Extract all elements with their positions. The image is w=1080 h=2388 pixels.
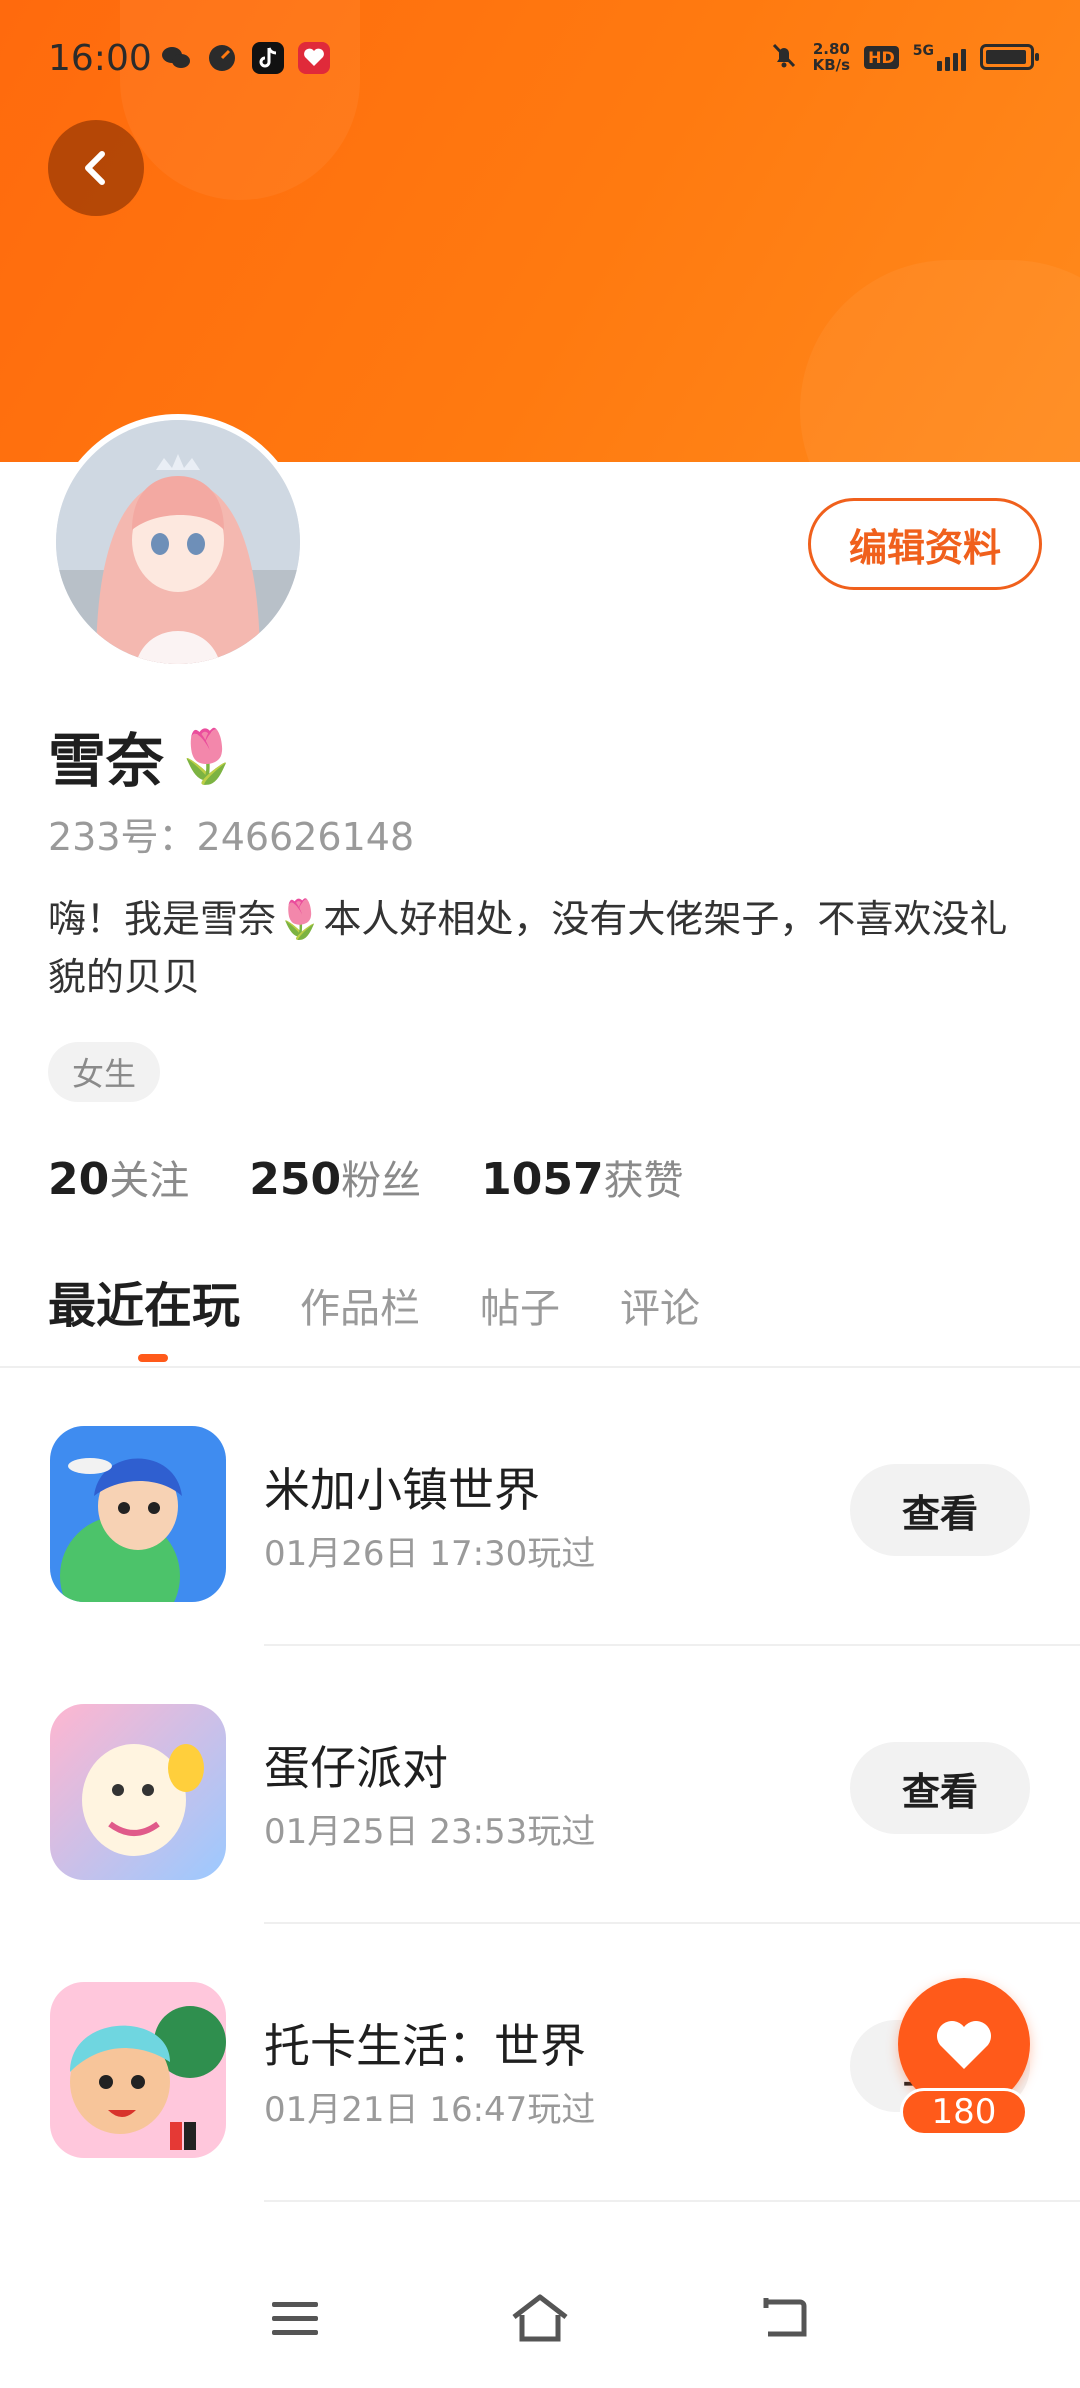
like-count: 180 [900,2088,1028,2136]
tab-works[interactable]: 作品栏 [300,1276,420,1334]
home-nav-button[interactable] [510,2293,570,2347]
list-item[interactable]: 蛋仔派对 01月25日 23:53玩过 查看 [0,1646,1080,1924]
tiktok-icon [252,42,284,74]
name-row: 雪奈 🌷 [48,714,239,798]
view-button[interactable]: 查看 [850,1742,1030,1834]
miga-town-icon [50,1426,226,1602]
profile-stats: 20关注 250粉丝 1057获赞 [48,1148,684,1206]
wechat-icon [160,42,192,74]
back-button[interactable] [48,120,144,216]
heart-icon [937,2021,991,2069]
network-speed-unit: KB/s [812,56,851,74]
user-name: 雪奈 [48,727,165,795]
hd-badge: HD [864,45,899,69]
stat-likes-count: 1057 [481,1154,604,1205]
game-played-time: 01月21日 16:47玩过 [264,2090,596,2130]
menu-icon [272,2302,318,2335]
stat-likes[interactable]: 1057获赞 [481,1148,683,1206]
heart-app-icon [298,42,330,74]
network-speed: 2.80 KB/s [813,41,850,73]
tab-comments[interactable]: 评论 [620,1276,700,1334]
signal-strength-icon: 5G [913,43,966,71]
stat-likes-label: 获赞 [603,1158,684,1204]
menu-nav-button[interactable] [270,2298,320,2342]
system-status: 2.80 KB/s HD 5G [769,40,1039,74]
tab-recently-played[interactable]: 最近在玩 [48,1266,240,1336]
stat-fans-label: 粉丝 [341,1158,422,1204]
edit-profile-button[interactable]: 编辑资料 [808,498,1042,590]
tulip-emoji: 🌷 [174,726,239,787]
active-tab-indicator [138,1354,168,1362]
recent-games-list: 米加小镇世界 01月26日 17:30玩过 查看 蛋仔派对 01月25日 23:… [0,1368,1080,2322]
status-time: 16:00 [48,38,152,79]
return-icon [763,2298,807,2337]
stat-following[interactable]: 20关注 [48,1148,189,1206]
battery-icon [980,44,1039,70]
home-icon [512,2294,568,2342]
view-button[interactable]: 查看 [850,1464,1030,1556]
list-item[interactable]: 米加小镇世界 01月26日 17:30玩过 查看 [0,1368,1080,1646]
eggy-party-icon [50,1704,226,1880]
tab-posts[interactable]: 帖子 [480,1276,560,1334]
profile-tabs: 最近在玩 作品栏 帖子 评论 [48,1266,700,1336]
system-navigation-bar [0,2252,1080,2388]
game-title: 米加小镇世界 [264,1463,540,1517]
user-id: 233号：246626148 [48,815,415,859]
status-bar: 16:00 2.80 KB/s HD 5G [0,0,1080,120]
network-type: 5G [912,43,934,59]
stat-fans-count: 250 [249,1154,342,1205]
bio-text: 嗨！我是雪奈🌷本人好相处，没有大佬架子，不喜欢没礼貌的贝贝 [48,897,1008,999]
mute-bell-icon [769,40,799,74]
notification-icons [160,42,330,74]
stat-following-label: 关注 [109,1158,190,1204]
game-played-time: 01月25日 23:53玩过 [264,1812,596,1852]
game-title: 蛋仔派对 [264,1741,448,1795]
toca-life-icon [50,1982,226,2158]
game-title: 托卡生活：世界 [264,2019,586,2073]
back-nav-button[interactable] [760,2296,810,2344]
gender-tag: 女生 [48,1042,161,1102]
game-played-time: 01月26日 17:30玩过 [264,1534,596,1574]
stat-fans[interactable]: 250粉丝 [249,1148,421,1206]
avatar[interactable] [50,414,306,670]
speed-app-icon [206,42,238,74]
stat-following-count: 20 [48,1154,110,1205]
chevron-left-icon [85,151,105,185]
